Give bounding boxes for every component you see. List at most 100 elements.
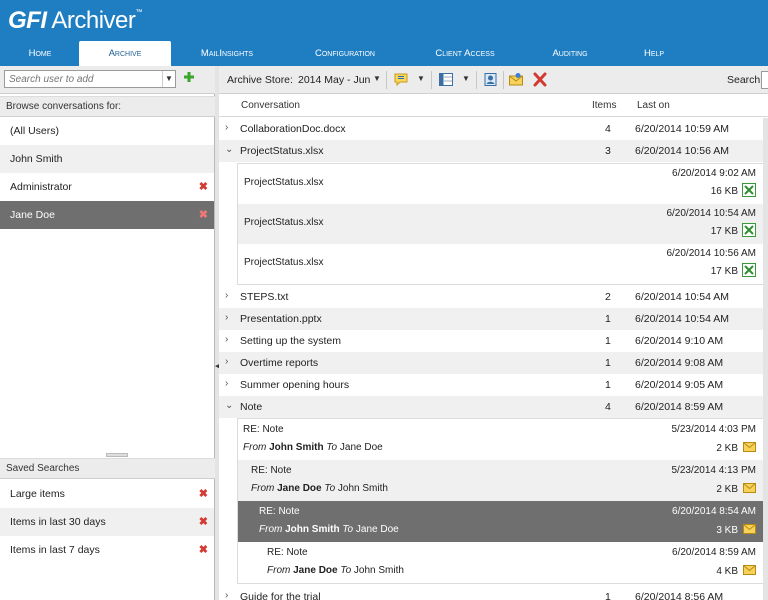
conversation-last-on: 6/20/2014 9:08 AM [635, 357, 724, 369]
search-user-dropdown[interactable]: ▼ [162, 71, 175, 87]
app-header: GFI Archiver™ Home Archive MailInsights … [0, 0, 768, 66]
conversation-items: 1 [605, 379, 611, 391]
conversation-row[interactable]: › Guide for the trial 1 6/20/2014 8:56 A… [219, 586, 768, 600]
user-search-bar: ▼ [0, 66, 215, 94]
tab-client-access[interactable]: Client Access [414, 41, 516, 66]
conversation-items: 1 [605, 591, 611, 600]
mail-from-to: From Jane Doe To John Smith [267, 565, 404, 576]
tab-help[interactable]: Help [626, 41, 682, 66]
mail-item[interactable]: RE: Note From Jane Doe To John Smith 5/2… [238, 460, 764, 501]
browse-header: Browse conversations for: [0, 96, 215, 117]
remove-icon[interactable]: ✖ [199, 508, 208, 536]
user-item-jane-doe[interactable]: Jane Doe ✖ [0, 201, 214, 229]
excel-icon [742, 183, 756, 197]
mail-date: 6/20/2014 8:54 AM [672, 506, 756, 517]
conversation-name: Presentation.pptx [240, 313, 322, 325]
conversation-name: Summer opening hours [240, 379, 350, 391]
chevron-right-icon[interactable]: › [225, 356, 228, 367]
search-input[interactable] [761, 71, 768, 89]
envelope-icon [743, 524, 756, 534]
column-header-conversation[interactable]: Conversation [241, 100, 300, 111]
mail-from-to: From Jane Doe To John Smith [251, 483, 388, 494]
file-date: 6/20/2014 10:54 AM [666, 208, 756, 219]
chevron-down-icon[interactable]: ▼ [462, 74, 470, 83]
toolbar-separator [386, 71, 387, 89]
tab-auditing[interactable]: Auditing [535, 41, 605, 66]
restore-mail-icon[interactable] [508, 72, 524, 87]
remove-icon[interactable]: ✖ [199, 480, 208, 508]
chevron-down-icon[interactable]: ▼ [417, 74, 425, 83]
tab-home[interactable]: Home [2, 41, 78, 66]
remove-icon[interactable]: ✖ [199, 173, 208, 201]
search-label: Search: [727, 74, 764, 86]
conversation-items: 2 [605, 291, 611, 303]
file-item[interactable]: ProjectStatus.xlsx 6/20/2014 9:02 AM 16 … [238, 164, 764, 204]
saved-search-label: Items in last 30 days [10, 516, 106, 528]
chevron-right-icon[interactable]: › [225, 122, 228, 133]
conversation-row[interactable]: ⌄ Note 4 6/20/2014 8:59 AM [219, 396, 768, 418]
conversation-last-on: 6/20/2014 8:59 AM [635, 401, 724, 413]
columns-icon[interactable] [438, 72, 454, 87]
excel-icon [742, 223, 756, 237]
conversation-row[interactable]: › CollaborationDoc.docx 4 6/20/2014 10:5… [219, 118, 768, 140]
tab-configuration[interactable]: Configuration [292, 41, 398, 66]
add-user-button[interactable] [183, 71, 195, 85]
remove-icon[interactable]: ✖ [199, 536, 208, 564]
conversation-last-on: 6/20/2014 9:05 AM [635, 379, 724, 391]
mail-item-selected[interactable]: RE: Note From John Smith To Jane Doe 6/2… [238, 501, 764, 542]
conversation-pane: Archive Store: 2014 May - Jun ▼ ▼ ▼ Sear… [219, 66, 768, 600]
conversation-items: 4 [605, 123, 611, 135]
vertical-scrollbar[interactable] [763, 118, 768, 600]
mail-subject: RE: Note [251, 465, 292, 476]
tab-mailinsights[interactable]: MailInsights [183, 41, 271, 66]
splitter-handle[interactable] [106, 453, 128, 457]
archive-store-select[interactable]: 2014 May - Jun [298, 74, 370, 86]
saved-search-label: Items in last 7 days [10, 544, 100, 556]
user-card-icon[interactable] [483, 72, 499, 87]
saved-search-label: Large items [10, 488, 65, 500]
conversation-items: 4 [605, 401, 611, 413]
search-user-input[interactable] [4, 70, 176, 88]
message-thread: RE: Note From John Smith To Jane Doe 5/2… [237, 418, 765, 584]
file-item[interactable]: ProjectStatus.xlsx 6/20/2014 10:54 AM 17… [238, 204, 764, 244]
chevron-right-icon[interactable]: › [225, 334, 228, 345]
user-item-administrator[interactable]: Administrator ✖ [0, 173, 214, 201]
conversation-name: CollaborationDoc.docx [240, 123, 346, 135]
file-item[interactable]: ProjectStatus.xlsx 6/20/2014 10:56 AM 17… [238, 244, 764, 284]
envelope-icon [743, 442, 756, 452]
delete-icon[interactable] [532, 72, 548, 87]
chevron-right-icon[interactable]: › [225, 378, 228, 389]
user-item-all-users[interactable]: (All Users) [0, 117, 214, 145]
user-label: Jane Doe [10, 209, 55, 221]
file-size: 17 KB [710, 266, 738, 277]
conversation-row[interactable]: ⌄ ProjectStatus.xlsx 3 6/20/2014 10:56 A… [219, 140, 768, 162]
archive-store-label: Archive Store: [227, 74, 293, 86]
user-label: (All Users) [10, 125, 59, 137]
chevron-right-icon[interactable]: › [225, 312, 228, 323]
comment-filter-icon[interactable] [393, 72, 409, 87]
saved-search-item[interactable]: Items in last 7 days ✖ [0, 536, 214, 564]
conversation-last-on: 6/20/2014 10:54 AM [635, 313, 729, 325]
saved-search-item[interactable]: Items in last 30 days ✖ [0, 508, 214, 536]
conversation-row[interactable]: › Overtime reports 1 6/20/2014 9:08 AM [219, 352, 768, 374]
mail-item[interactable]: RE: Note From Jane Doe To John Smith 6/2… [238, 542, 764, 583]
tab-archive[interactable]: Archive [79, 41, 171, 66]
chevron-down-icon[interactable]: ▼ [373, 74, 381, 83]
saved-search-item[interactable]: Large items ✖ [0, 480, 214, 508]
conversation-row[interactable]: › STEPS.txt 2 6/20/2014 10:54 AM [219, 286, 768, 308]
conversation-name: Guide for the trial [240, 591, 321, 600]
chevron-down-icon[interactable]: ⌄ [225, 400, 233, 411]
envelope-icon [743, 565, 756, 575]
conversation-row[interactable]: › Setting up the system 1 6/20/2014 9:10… [219, 330, 768, 352]
chevron-down-icon[interactable]: ⌄ [225, 144, 233, 155]
remove-icon[interactable]: ✖ [199, 201, 208, 229]
column-header-last-on[interactable]: Last on [637, 100, 670, 111]
chevron-right-icon[interactable]: › [225, 590, 228, 600]
mail-date: 5/23/2014 4:03 PM [671, 424, 756, 435]
chevron-right-icon[interactable]: › [225, 290, 228, 301]
mail-item[interactable]: RE: Note From John Smith To Jane Doe 5/2… [238, 419, 764, 460]
conversation-row[interactable]: › Presentation.pptx 1 6/20/2014 10:54 AM [219, 308, 768, 330]
user-item-john-smith[interactable]: John Smith [0, 145, 214, 173]
conversation-row[interactable]: › Summer opening hours 1 6/20/2014 9:05 … [219, 374, 768, 396]
column-header-items[interactable]: Items [592, 100, 616, 111]
